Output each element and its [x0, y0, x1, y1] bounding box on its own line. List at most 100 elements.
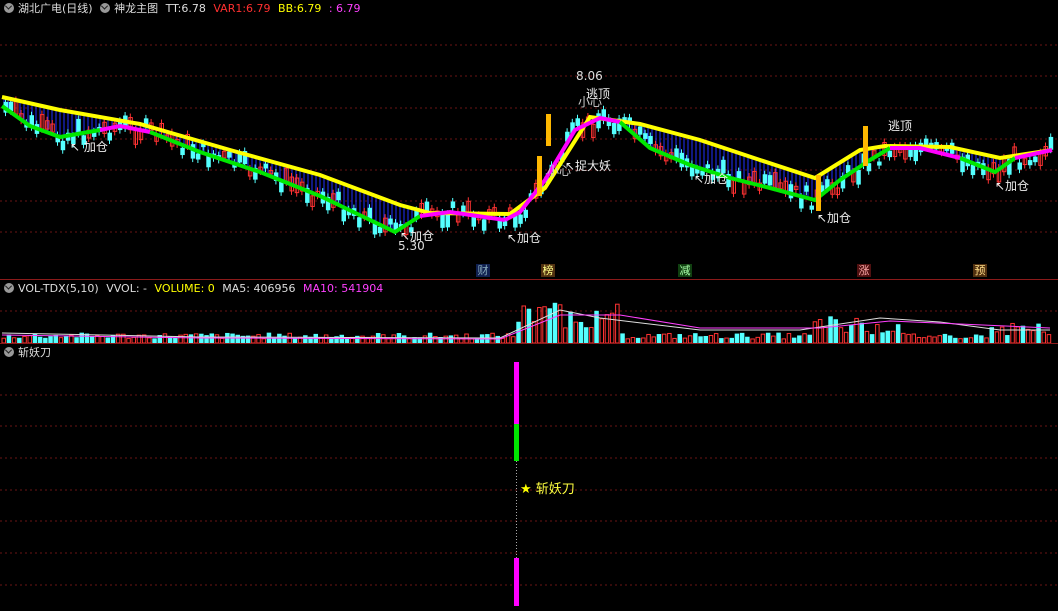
candle [736, 171, 742, 179]
candle [450, 201, 456, 208]
volume-bar [526, 308, 532, 344]
candle [388, 218, 393, 225]
main-chart[interactable]: ↖ 加仓↖加仓 ↖加仓↖加仓↖加仓↖加仓逃顶逃顶↖捉大妖小心小心8.065.30 [0, 0, 1058, 611]
volume-bar [687, 335, 693, 344]
volume-header: VOL-TDX(5,10) VVOL: - VOLUME: 0 MA5: 406… [4, 282, 387, 296]
volume-settings-icon[interactable] [4, 283, 14, 293]
pane-separator-2[interactable] [0, 343, 1058, 344]
candle [809, 205, 814, 210]
volume-bar [53, 334, 58, 344]
volume-bar [100, 335, 105, 344]
volume-bar [594, 310, 599, 344]
candle [637, 126, 643, 135]
bottom-settings-icon[interactable] [4, 347, 14, 357]
volume-bar [833, 319, 838, 344]
volume-bar [162, 333, 168, 344]
volume-bar [84, 333, 90, 344]
volume-bar [859, 322, 864, 344]
volume-bar [807, 334, 812, 344]
volume-bar [760, 333, 766, 344]
annotation-add: ↖ 加仓 [70, 140, 108, 154]
volume-bar [521, 305, 526, 344]
volume-bar [994, 331, 1000, 344]
volume-bar [911, 333, 916, 344]
volume-bar [323, 334, 329, 344]
volume-bar [583, 327, 589, 344]
candle [357, 217, 362, 228]
volume-bar [235, 334, 240, 344]
signal-bar [863, 126, 868, 166]
volume-bar [199, 333, 204, 344]
candle [648, 136, 653, 144]
volume-bar [563, 327, 568, 344]
candle [518, 214, 523, 224]
volume-bar [1025, 328, 1031, 344]
signal-stick-magenta [514, 558, 519, 606]
candle [762, 174, 768, 184]
candle [279, 181, 284, 193]
volume-bar [1041, 331, 1046, 344]
bottom-header: 斩妖刀 [4, 346, 55, 360]
bottom-indicator-name[interactable]: 斩妖刀 [18, 346, 51, 359]
candle [60, 140, 66, 151]
ma10-value: MA10: 541904 [303, 282, 384, 295]
volume-bar [713, 333, 719, 344]
candle [856, 169, 861, 185]
event-marker-reduce[interactable]: 减 [678, 264, 692, 277]
volume-bar [1015, 326, 1020, 344]
volume-bar [443, 335, 448, 344]
candle [336, 191, 341, 201]
candle [575, 118, 580, 126]
candle [445, 213, 450, 228]
volume-bar [802, 333, 807, 344]
volume-bar [589, 326, 594, 344]
event-marker-rise[interactable]: 涨 [857, 264, 871, 277]
candle [263, 163, 268, 169]
volume-bar [812, 321, 818, 344]
event-marker-list[interactable]: 榜 [541, 264, 555, 277]
volume-bar [979, 335, 984, 344]
volume-bar [771, 335, 776, 344]
candle [1048, 136, 1054, 150]
annotation-add: ↖加仓 [694, 172, 728, 186]
event-marker-finance[interactable]: 财 [476, 264, 490, 277]
volume-bar [973, 334, 979, 344]
price-high: 8.06 [576, 69, 603, 83]
candle [877, 161, 882, 166]
volume-bar [895, 324, 901, 344]
volume-bar [136, 334, 142, 344]
signal-stick-green [514, 424, 519, 461]
volume-bar [869, 334, 875, 344]
volume-bar [6, 334, 12, 344]
volume-bar [188, 334, 194, 344]
volume-bar [843, 331, 849, 344]
volume-bar [620, 333, 625, 344]
candle [180, 147, 185, 156]
signal-stick-magenta [514, 362, 519, 424]
volume-bar [22, 335, 27, 344]
pane-separator[interactable] [0, 279, 1058, 280]
volume-bar [542, 306, 547, 344]
volume-bar [739, 332, 745, 344]
volume-bar [537, 307, 542, 344]
volume-bar [906, 333, 911, 344]
volume-bar [885, 330, 890, 344]
volume-bar [578, 321, 584, 344]
candle [481, 219, 487, 231]
volume-bar [599, 318, 604, 344]
volume-bar [448, 335, 454, 344]
vvol-value: VVOL: - [106, 282, 148, 295]
annotation-careful: 小心 [578, 95, 602, 109]
volume-bar [927, 335, 932, 344]
candle [643, 133, 648, 139]
candle [341, 209, 346, 222]
volume-bar [765, 332, 771, 344]
candle [372, 223, 378, 235]
volume-indicator-name[interactable]: VOL-TDX(5,10) [18, 282, 99, 295]
volume-bar [875, 324, 880, 344]
volume-bar [1031, 330, 1036, 344]
event-marker-forecast[interactable]: 预 [973, 264, 987, 277]
volume-bar [708, 335, 714, 344]
volume-bar [495, 335, 500, 344]
volume-bar [667, 332, 672, 344]
